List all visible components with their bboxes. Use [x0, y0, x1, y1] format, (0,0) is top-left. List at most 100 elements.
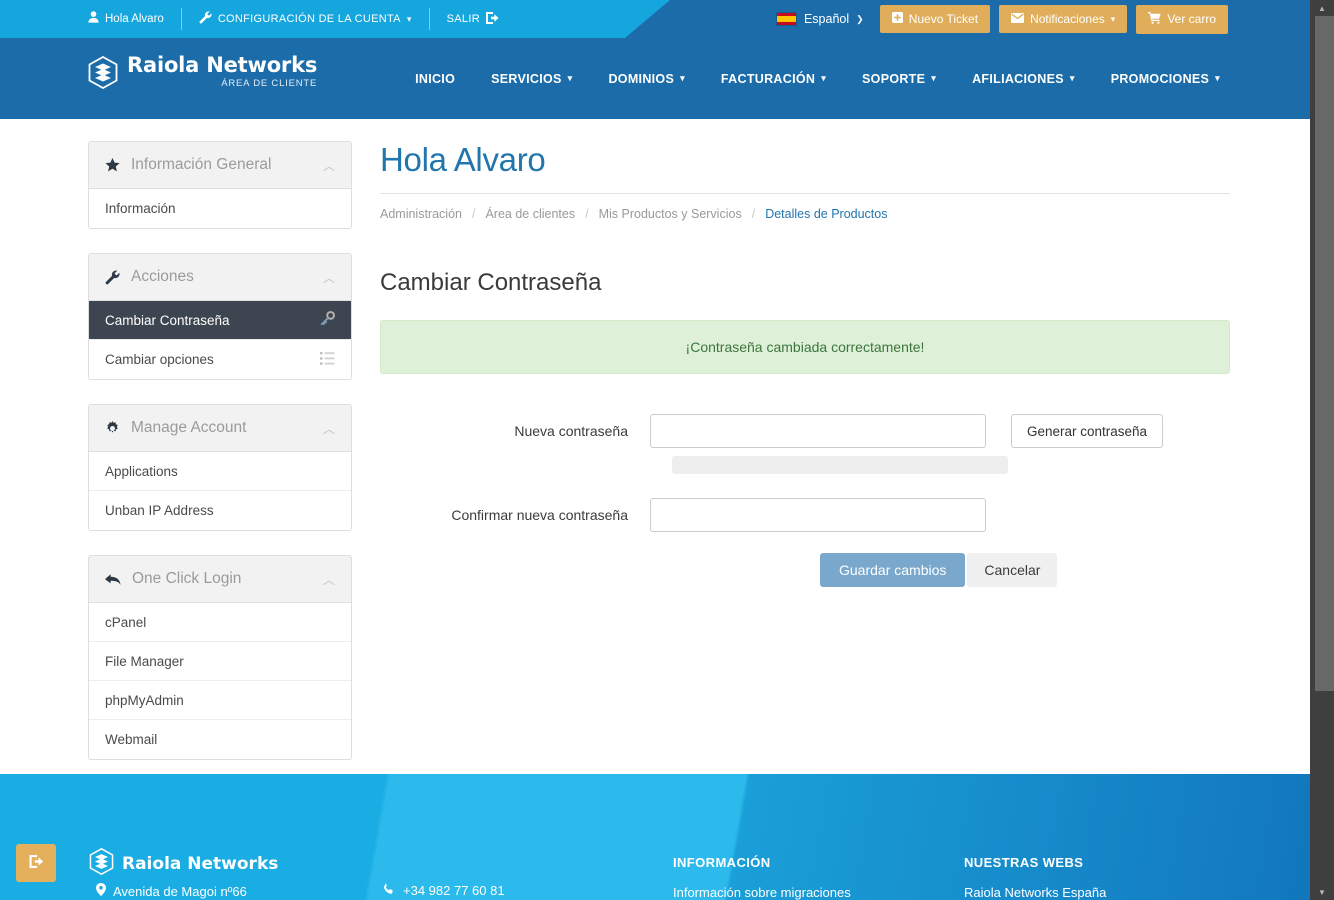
- list-icon: [320, 351, 335, 368]
- chevron-up-icon[interactable]: ︿: [323, 157, 335, 174]
- envelope-icon: [1011, 12, 1025, 26]
- breadcrumb-item-administracion[interactable]: Administración: [380, 207, 462, 221]
- vertical-scrollbar[interactable]: ▲ ▼: [1310, 0, 1334, 900]
- sidebar-panel-manage-account: Manage Account ︿ Applications Unban IP A…: [88, 404, 352, 531]
- sidebar-item-phpmyadmin[interactable]: phpMyAdmin: [89, 681, 351, 720]
- language-label: Español: [803, 12, 850, 26]
- breadcrumb-item-area-de-clientes[interactable]: Área de clientes: [485, 207, 575, 221]
- wrench-icon: [199, 11, 212, 27]
- sidebar-item-label: Unban IP Address: [105, 503, 214, 518]
- nuevo-ticket-button[interactable]: Nuevo Ticket: [879, 5, 991, 33]
- breadcrumb: Administración / Área de clientes / Mis …: [380, 207, 1230, 221]
- breadcrumb-separator: /: [751, 207, 756, 221]
- chevron-down-icon: ▾: [1110, 13, 1116, 24]
- hexagon-stack-logo-icon: [88, 55, 118, 90]
- content-area: Información General ︿ Información Accion…: [0, 119, 1310, 774]
- page-title: Hola Alvaro: [380, 141, 546, 178]
- caret-up-icon[interactable]: ▲: [1310, 0, 1334, 16]
- sidebar-item-webmail[interactable]: Webmail: [89, 720, 351, 759]
- new-password-input[interactable]: [650, 414, 986, 448]
- nav-item-servicios[interactable]: SERVICIOS ▾: [473, 72, 590, 86]
- confirm-password-row: Confirmar nueva contraseña: [380, 498, 1230, 532]
- sidebar-item-file-manager[interactable]: File Manager: [89, 642, 351, 681]
- nav-label: SOPORTE: [862, 71, 926, 86]
- footer-phone: +34 982 77 60 81: [383, 883, 505, 898]
- greeting-link[interactable]: Hola Alvaro: [88, 9, 181, 29]
- brand-subtitle: ÁREA DE CLIENTE: [221, 78, 318, 90]
- browser-page: Hola Alvaro CONFIGURACIÓN DE LA CUENTA ▾…: [0, 0, 1334, 900]
- account-config-link[interactable]: CONFIGURACIÓN DE LA CUENTA ▾: [182, 9, 429, 29]
- chevron-up-icon[interactable]: ︿: [323, 269, 335, 286]
- account-config-label: CONFIGURACIÓN DE LA CUENTA: [217, 13, 401, 25]
- language-selector[interactable]: Español ❯: [775, 12, 864, 26]
- user-icon: [88, 11, 99, 27]
- footer-column-heading: NUESTRAS WEBS: [964, 855, 1084, 870]
- generate-password-button[interactable]: Generar contraseña: [1011, 414, 1164, 448]
- chevron-down-icon: ❯: [856, 13, 864, 24]
- sidebar-item-cambiar-contrasena[interactable]: Cambiar Contraseña: [89, 301, 351, 340]
- spain-flag-icon: [775, 12, 797, 26]
- reply-arrow-icon: [105, 573, 121, 586]
- chevron-down-icon: ▾: [1069, 73, 1075, 83]
- main-navbar: Raiola Networks ÁREA DE CLIENTE INICIO S…: [0, 38, 1310, 119]
- panel-header[interactable]: Información General ︿: [89, 142, 351, 189]
- confirm-password-input[interactable]: [650, 498, 986, 532]
- scroll-to-top-button[interactable]: [16, 844, 56, 882]
- nav-item-inicio[interactable]: INICIO: [397, 72, 473, 86]
- new-password-row: Nueva contraseña Generar contraseña: [380, 414, 1230, 448]
- breadcrumb-separator: /: [471, 207, 476, 221]
- confirm-password-label: Confirmar nueva contraseña: [451, 507, 628, 523]
- chevron-down-icon: ▾: [931, 73, 937, 83]
- nav-item-facturacion[interactable]: FACTURACIÓN ▾: [703, 72, 844, 86]
- chevron-down-icon: ▾: [567, 73, 573, 83]
- nav-item-dominios[interactable]: DOMINIOS ▾: [590, 72, 702, 86]
- sidebar-item-label: Cambiar Contraseña: [105, 312, 230, 328]
- sidebar-item-informacion[interactable]: Información: [89, 189, 351, 228]
- sidebar-item-label: cPanel: [105, 614, 147, 630]
- sidebar-item-applications[interactable]: Applications: [89, 452, 351, 491]
- nav-item-afiliaciones[interactable]: AFILIACIONES ▾: [954, 72, 1093, 86]
- chevron-up-icon[interactable]: ︿: [323, 420, 335, 437]
- map-marker-icon: [96, 883, 106, 899]
- panel-header[interactable]: Acciones ︿: [89, 254, 351, 301]
- top-utility-bar: Hola Alvaro CONFIGURACIÓN DE LA CUENTA ▾…: [0, 0, 1310, 38]
- sidebar-item-unban-ip-address[interactable]: Unban IP Address: [89, 491, 351, 530]
- save-button[interactable]: Guardar cambios: [820, 553, 966, 587]
- nav-label: INICIO: [415, 71, 456, 86]
- sign-out-icon: [28, 854, 44, 872]
- hexagon-stack-logo-icon: [89, 847, 114, 880]
- footer-link-informacion-migraciones[interactable]: Información sobre migraciones: [673, 885, 851, 900]
- sidebar-item-label: Webmail: [105, 732, 158, 747]
- footer-phone-text: +34 982 77 60 81: [403, 883, 505, 898]
- chevron-down-icon: ▾: [821, 73, 827, 83]
- change-password-form: Nueva contraseña Generar contraseña Conf…: [380, 414, 1230, 587]
- sidebar-item-label: File Manager: [105, 653, 184, 669]
- panel-header[interactable]: One Click Login ︿: [89, 556, 351, 603]
- notificaciones-button[interactable]: Notificaciones ▾: [999, 5, 1128, 33]
- chevron-up-icon[interactable]: ︿: [323, 571, 335, 588]
- nav-label: AFILIACIONES: [972, 71, 1064, 86]
- greeting-label: Hola Alvaro: [105, 13, 164, 25]
- sidebar-item-label: phpMyAdmin: [105, 692, 184, 708]
- cancel-button[interactable]: Cancelar: [967, 553, 1058, 587]
- footer-brand-name: Raiola Networks: [122, 854, 279, 874]
- logout-link[interactable]: SALIR: [430, 9, 516, 29]
- key-icon: [320, 311, 336, 329]
- brand-logo[interactable]: Raiola Networks ÁREA DE CLIENTE: [88, 54, 317, 89]
- footer-link-raiola-espana[interactable]: Raiola Networks España: [964, 885, 1106, 900]
- scrollbar-thumb[interactable]: [1315, 16, 1334, 691]
- panel-header[interactable]: Manage Account ︿: [89, 405, 351, 452]
- sidebar-item-cambiar-opciones[interactable]: Cambiar opciones: [89, 340, 351, 379]
- caret-down-icon[interactable]: ▼: [1310, 884, 1334, 900]
- wrench-icon: [105, 270, 120, 285]
- breadcrumb-item-mis-productos-y-servicios[interactable]: Mis Productos y Servicios: [599, 207, 742, 221]
- sidebar-panel-acciones: Acciones ︿ Cambiar Contraseña Cambiar op…: [88, 253, 352, 380]
- ver-carro-button[interactable]: Ver carro: [1136, 4, 1228, 34]
- sidebar-item-cpanel[interactable]: cPanel: [89, 603, 351, 642]
- nav-item-promociones[interactable]: PROMOCIONES ▾: [1093, 72, 1238, 86]
- sidebar-item-label: Applications: [105, 463, 178, 479]
- footer-address-text: Avenida de Magoi nº66: [113, 883, 247, 899]
- success-alert: ¡Contraseña cambiada correctamente!: [380, 320, 1230, 374]
- nav-item-soporte[interactable]: SOPORTE ▾: [844, 72, 954, 86]
- footer-address: Avenida de Magoi nº66: [96, 883, 247, 899]
